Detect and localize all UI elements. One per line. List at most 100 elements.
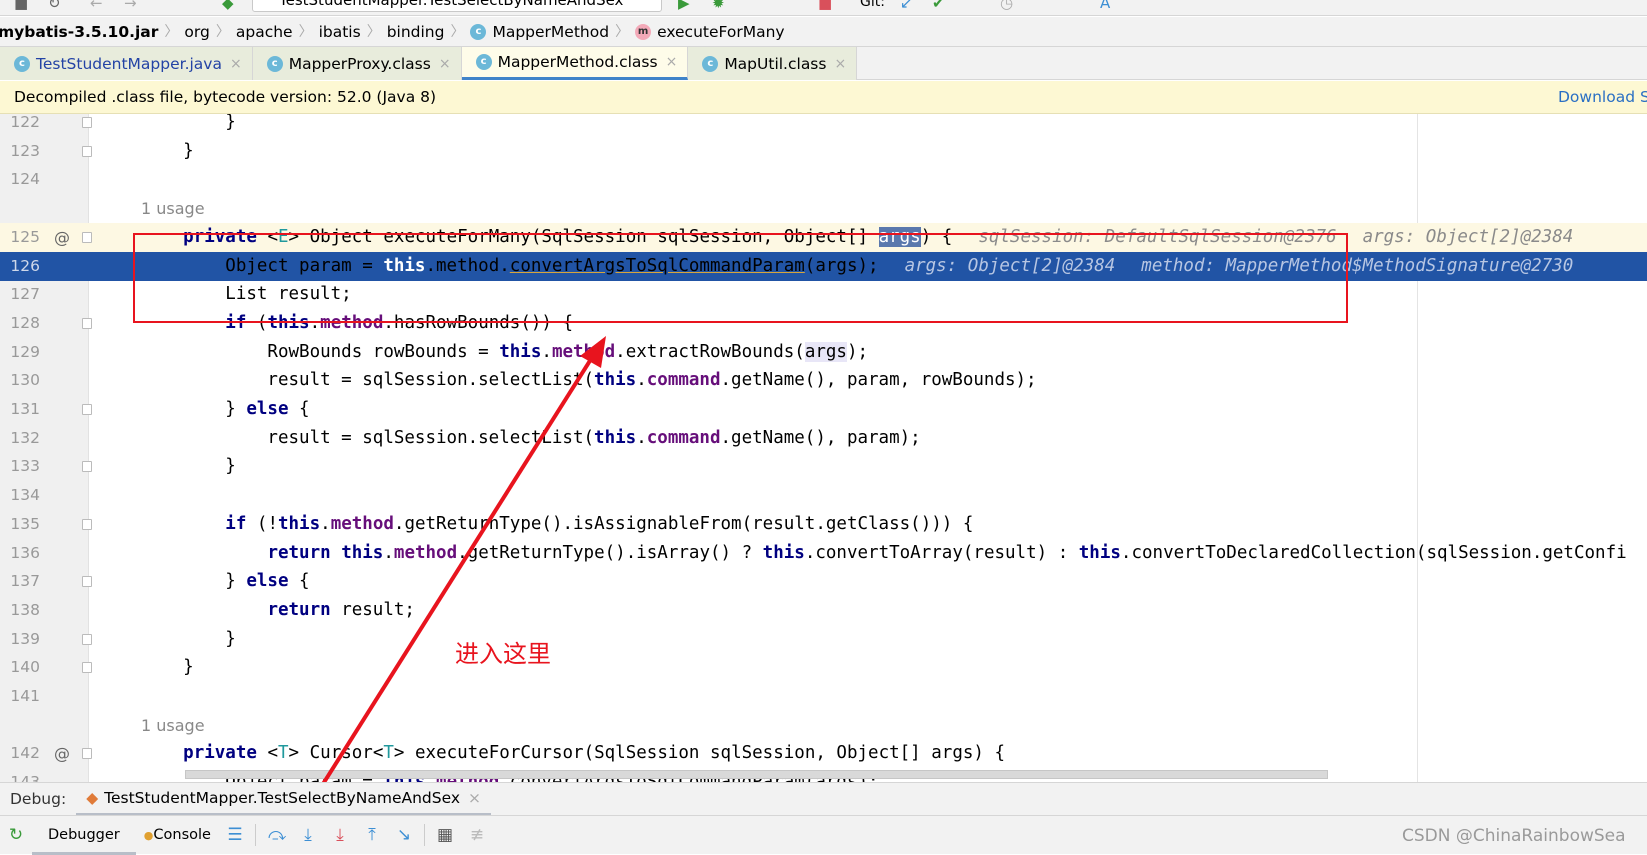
code-line: 130 result = sqlSession.selectList(this.… (0, 366, 1647, 395)
breadcrumb-item[interactable]: c MapperMethod (464, 17, 615, 47)
force-step-into-icon[interactable]: ⤓ (324, 816, 356, 855)
code-text: return result; (141, 596, 415, 625)
code-line: 123 } (0, 137, 1647, 166)
step-out-icon[interactable]: ⤒ (356, 816, 388, 855)
tab-mapperproxy-class[interactable]: c MapperProxy.class × (252, 47, 462, 80)
code-token: } (141, 399, 247, 419)
debug-value-hint: args: Object[2]@2384 (904, 255, 1116, 276)
code-line: 124 (0, 165, 1647, 194)
show-frames-icon[interactable]: ☰ (219, 816, 251, 855)
git-label: Git: (860, 0, 885, 10)
code-token: if (225, 312, 247, 333)
close-icon[interactable]: × (230, 56, 242, 72)
override-marker-icon[interactable]: @ (54, 223, 70, 252)
forward-icon[interactable]: → (124, 0, 137, 12)
fold-marker-icon[interactable] (82, 231, 92, 243)
close-icon[interactable]: × (666, 54, 678, 70)
tab-teststudentmapper-java[interactable]: c TestStudentMapper.java × (0, 47, 253, 80)
breadcrumb-item[interactable]: ibatis (313, 17, 367, 47)
fold-marker-icon[interactable] (82, 145, 92, 157)
usages-link[interactable]: 1 usage (141, 199, 205, 218)
code-editor[interactable]: 122 } 123 } 124 1 usage 125 @ private <E> Obj… (0, 114, 1647, 782)
fold-marker-icon[interactable] (82, 317, 92, 329)
code-token: method (320, 312, 384, 333)
horizontal-scrollbar[interactable] (185, 770, 1328, 779)
code-line: 140 } (0, 653, 1647, 682)
run-to-cursor-icon[interactable]: ↘ (388, 816, 420, 855)
code-token: if (225, 513, 247, 534)
stop-icon[interactable]: ■ (818, 0, 832, 12)
fold-marker-icon[interactable] (82, 518, 92, 530)
code-token: } (141, 114, 236, 132)
breadcrumb-item[interactable]: mybatis-3.5.10.jar (0, 17, 164, 47)
git-history-icon[interactable]: ◷ (1000, 0, 1013, 12)
line-number: 128 (10, 313, 40, 332)
breadcrumb-item[interactable]: binding (381, 17, 451, 47)
code-token: List result; (141, 284, 352, 305)
tab-maputil-class[interactable]: c MapUtil.class × (688, 47, 858, 80)
tab-label: MapUtil.class (724, 54, 827, 73)
code-token: > Object executeForMany(SqlSession sqlSe… (288, 226, 879, 247)
code-line: 134 (0, 481, 1647, 510)
code-token: . (320, 513, 331, 534)
debug-value-hint: method: MapperMethod$MethodSignature@273… (1141, 255, 1574, 276)
evaluate-expression-icon[interactable]: ▦ (429, 816, 461, 855)
usages-link[interactable]: 1 usage (141, 716, 205, 735)
step-into-icon[interactable]: ⤓ (292, 816, 324, 855)
run-configuration-select[interactable]: TestStudentMapper.TestSelectByNameAndSex (252, 0, 662, 12)
code-token: . (636, 427, 647, 448)
fold-marker-icon[interactable] (82, 748, 92, 760)
code-line: 122 } (0, 114, 1647, 137)
build-icon[interactable]: ◆ (222, 0, 234, 12)
fold-marker-icon[interactable] (82, 404, 92, 415)
fold-marker-icon[interactable] (82, 576, 92, 588)
translate-icon[interactable]: A (1100, 0, 1110, 12)
breadcrumb-item[interactable]: org (178, 17, 215, 47)
debug-session-tab[interactable]: ◆ TestStudentMapper.TestSelectByNameAndS… (76, 782, 492, 816)
code-text: if (this.method.hasRowBounds()) { (141, 309, 573, 338)
download-sources-link[interactable]: Download Sources (1558, 81, 1647, 114)
tab-mappermethod-class[interactable]: c MapperMethod.class × (461, 47, 689, 80)
step-over-icon[interactable]: ⤼ (260, 816, 292, 855)
debug-icon[interactable]: ✹ (712, 0, 725, 12)
trace-stream-icon[interactable]: ≢ (461, 816, 493, 855)
breadcrumb-label: MapperMethod (492, 22, 610, 41)
tab-console[interactable]: ●Console (136, 816, 219, 855)
chevron-right-icon: 〉 (298, 23, 313, 40)
git-commit-icon[interactable]: ✔ (932, 0, 945, 12)
fold-marker-icon[interactable] (82, 633, 92, 645)
class-icon: c (14, 55, 30, 72)
sync-icon[interactable]: ↻ (48, 0, 61, 12)
code-token: private (183, 743, 257, 764)
fold-marker-icon[interactable] (82, 662, 92, 674)
code-token: convertArgsToSqlCommandParam (509, 255, 805, 276)
breadcrumb-label: ibatis (318, 22, 361, 41)
back-icon[interactable]: ← (90, 0, 103, 12)
breadcrumb-item[interactable]: apache (230, 17, 299, 47)
save-icon[interactable]: ■ (14, 0, 28, 12)
breadcrumb-label: org (184, 22, 210, 41)
close-icon[interactable]: × (834, 56, 846, 72)
override-marker-icon[interactable]: @ (54, 739, 70, 768)
code-token: .method. (425, 255, 510, 276)
code-token: this (594, 427, 637, 448)
close-icon[interactable]: × (468, 782, 481, 815)
fold-marker-icon[interactable] (82, 117, 92, 128)
line-number: 136 (10, 543, 40, 562)
rerun-icon[interactable]: ↻ (0, 816, 32, 855)
line-number: 126 (10, 256, 40, 275)
git-update-icon[interactable]: ↙ (900, 0, 913, 12)
code-token: .getName(), param); (720, 427, 921, 448)
run-icon[interactable]: ▶ (678, 0, 690, 12)
close-icon[interactable]: × (439, 56, 451, 72)
fold-marker-icon[interactable] (82, 461, 92, 473)
debug-session-label: TestStudentMapper.TestSelectByNameAndSex (104, 788, 461, 807)
tab-debugger[interactable]: Debugger (32, 816, 136, 855)
code-token: result = sqlSession.selectList( (141, 427, 595, 448)
code-token: .getReturnType().isArray() ? (457, 542, 763, 563)
line-number: 131 (10, 400, 40, 418)
breadcrumb-item[interactable]: m executeForMany (629, 17, 791, 47)
code-text: } (141, 114, 236, 137)
